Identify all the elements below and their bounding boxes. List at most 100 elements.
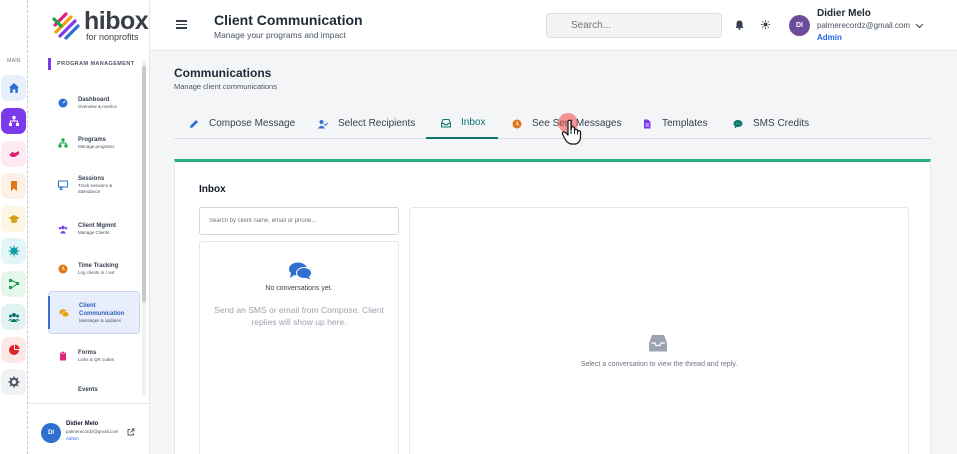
empty-state-hint: Send an SMS or email from Compose. Clien…: [214, 305, 384, 327]
sidebar-item-title: Client Mgmnt: [78, 223, 116, 229]
rail-settings-button[interactable]: [1, 369, 26, 395]
sidebar-item-events[interactable]: Events: [48, 382, 140, 398]
hamburger-line: [176, 27, 187, 29]
page-subtitle: Manage client communications: [174, 82, 277, 91]
user-email: palmerecordz@gmail.com: [66, 429, 119, 434]
rail-users-button[interactable]: [1, 304, 26, 330]
rail-handshake-button[interactable]: [1, 141, 26, 167]
sidebar-item-client-mgmnt[interactable]: Client Mgmnt Manage Clients: [48, 212, 140, 246]
sidebar-item-client-communication[interactable]: Client Communication Messages & updates: [48, 291, 140, 334]
handshake-icon: [8, 151, 19, 157]
chevron-down-icon[interactable]: [915, 21, 924, 30]
logo-wordmark: hibox: [84, 7, 149, 35]
home-icon: [8, 83, 19, 93]
user-name: Didier Melo: [66, 421, 99, 427]
hand-cursor-icon: [561, 119, 582, 145]
page-header-title: Client Communication: [214, 12, 363, 28]
tab-label: Select Recipients: [338, 118, 416, 129]
rail-bookmark-button[interactable]: [1, 173, 26, 199]
history-icon: [512, 119, 522, 128]
inbox-icon: [441, 118, 451, 128]
tab-inbox[interactable]: Inbox: [426, 108, 498, 139]
comments-icon: [59, 308, 69, 317]
rail-programs-button[interactable]: [1, 108, 26, 134]
sidebar-item-subtitle: Links & QR codes: [78, 357, 115, 362]
external-link-icon[interactable]: [127, 428, 135, 436]
sidebar-item-title: Dashboard: [78, 97, 110, 103]
graduation-cap-icon: [8, 215, 19, 223]
global-search-input[interactable]: [546, 13, 722, 38]
user-role: Admin: [66, 436, 79, 441]
gear-icon: [8, 376, 19, 388]
top-header: Client Communication Manage your program…: [150, 0, 957, 51]
empty-state-title: No conversations yet.: [265, 285, 333, 292]
sidebar-item-title: Client: [79, 302, 96, 309]
network-icon: [58, 138, 68, 148]
page-header-subtitle: Manage your programs and impact: [214, 30, 346, 40]
sidebar-item-subtitle: Manage Clients: [78, 230, 110, 235]
logo[interactable]: hibox for nonprofits: [52, 7, 149, 42]
user-check-icon: [318, 119, 328, 128]
sidebar-item-dashboard[interactable]: Dashboard Overview & metrics: [48, 86, 140, 120]
header-user-email: palmerecordz@gmail.com: [817, 21, 911, 30]
sidebar-item-programs[interactable]: Programs Manage programs: [48, 126, 140, 160]
inbox-search-input[interactable]: [199, 207, 399, 235]
sidebar-item-title: Events: [78, 387, 98, 393]
avatar: DI: [41, 423, 61, 443]
tab-label: Templates: [662, 118, 708, 129]
rail-education-button[interactable]: [1, 206, 26, 232]
rail-home-button[interactable]: [1, 75, 26, 101]
network-icon: [8, 116, 19, 126]
tab-bar: Compose Message Select Recipients Inbox …: [174, 108, 931, 139]
clipboard-icon: [60, 351, 66, 361]
thread-panel: Select a conversation to view the thread…: [409, 207, 909, 454]
sidebar-scrollbar[interactable]: [142, 66, 146, 302]
rail-diagram-button[interactable]: [1, 271, 26, 297]
inbox-tray-icon: [649, 335, 667, 352]
sidebar-item-title: Communication: [79, 310, 125, 317]
hibox-logo-icon: [52, 12, 80, 40]
conversation-list: No conversations yet. Send an SMS or ema…: [199, 241, 399, 454]
rail-reports-button[interactable]: [1, 337, 26, 363]
users-icon: [58, 225, 68, 234]
tab-compose-message[interactable]: Compose Message: [189, 108, 295, 139]
section-heading: PROGRAM MANAGEMENT: [48, 58, 134, 70]
header-user-name: Didier Melo: [817, 8, 871, 19]
sidebar-item-forms[interactable]: Forms Links & QR codes: [48, 339, 140, 373]
thread-empty-hint: Select a conversation to view the thread…: [580, 361, 738, 368]
sidebar-item-title: Time Tracking: [78, 263, 119, 269]
menu-toggle-button[interactable]: [176, 20, 187, 29]
gauge-icon: [58, 98, 68, 108]
sidebar-item-subtitle: Messages & updates: [79, 317, 122, 323]
header-avatar[interactable]: DI: [789, 15, 810, 36]
inbox-title: Inbox: [199, 184, 226, 195]
tab-templates[interactable]: Templates: [642, 108, 708, 139]
sidebar-user-card[interactable]: DI Didier Melo palmerecordz@gmail.com Ad…: [28, 403, 150, 454]
tab-sms-credits[interactable]: SMS Credits: [733, 108, 809, 139]
tab-select-recipients[interactable]: Select Recipients: [318, 108, 415, 139]
sidebar-item-subtitle: attendance: [78, 189, 101, 194]
rail-label: MAIN: [7, 58, 21, 64]
icon-rail: MAIN: [0, 0, 28, 454]
file-icon: [644, 119, 651, 128]
page-title: Communications: [174, 66, 272, 80]
clock-icon: [58, 264, 68, 274]
comments-icon: [289, 262, 312, 280]
tab-label: Inbox: [461, 117, 486, 128]
bell-icon[interactable]: [735, 20, 744, 30]
hamburger-line: [176, 20, 187, 22]
presentation-icon: [58, 180, 68, 190]
rail-virus-button[interactable]: [1, 238, 26, 264]
sidebar-item-sessions[interactable]: Sessions Track sessions & attendance: [48, 166, 140, 204]
sidebar-item-time-tracking[interactable]: Time Tracking Log clients in / out: [48, 252, 140, 286]
theme-toggle-icon[interactable]: [761, 20, 770, 29]
sms-icon: [733, 119, 743, 128]
sidebar-item-title: Forms: [78, 350, 97, 356]
tab-label: SMS Credits: [753, 118, 810, 129]
sidebar-item-title: Sessions: [78, 176, 105, 182]
bookmark-icon: [10, 181, 17, 191]
sidebar-item-title: Programs: [78, 137, 107, 143]
inbox-card: Inbox No conversations yet. Send an SMS …: [174, 159, 931, 454]
hamburger-line: [176, 23, 187, 26]
pencil-icon: [190, 119, 198, 128]
